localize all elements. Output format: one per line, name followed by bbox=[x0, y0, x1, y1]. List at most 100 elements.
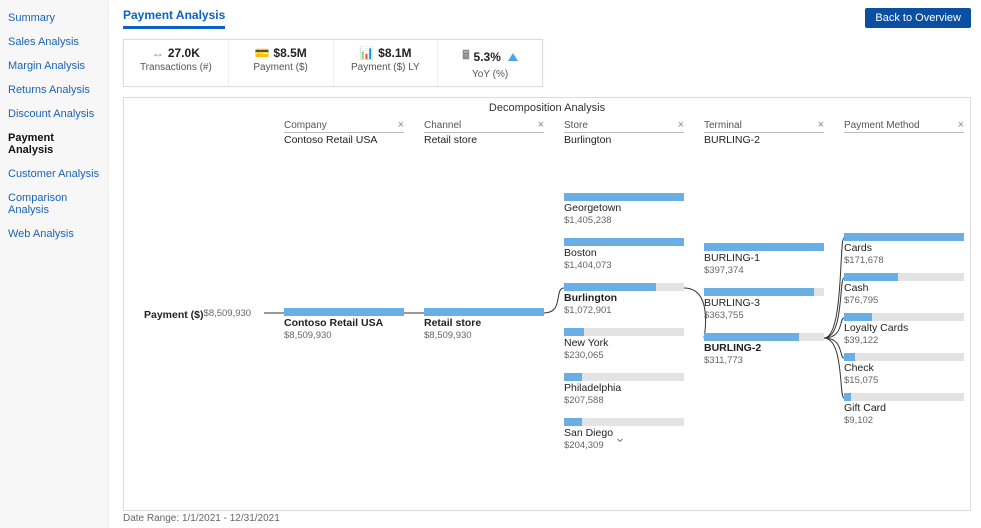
sidebar-item-margin-analysis[interactable]: Margin Analysis bbox=[0, 54, 108, 78]
node-label: Cards bbox=[844, 243, 964, 255]
node-label: Check bbox=[844, 363, 964, 375]
node-method[interactable]: Loyalty Cards$39,122 bbox=[844, 313, 964, 346]
node-value: $363,755 bbox=[704, 310, 824, 321]
payment-icon: 💳 bbox=[254, 46, 269, 60]
node-root[interactable]: Payment ($) $8,509,930 bbox=[144, 308, 264, 511]
close-icon[interactable]: × bbox=[958, 120, 964, 131]
node-value: $8,509,930 bbox=[204, 308, 252, 511]
kpi-value: 27.0K bbox=[168, 46, 200, 60]
node-method[interactable]: Gift Card$9,102 bbox=[844, 393, 964, 426]
node-label: Retail store bbox=[424, 318, 544, 330]
node-value: $8,509,930 bbox=[284, 330, 404, 341]
kpi-payment: 💳 $8.5M Payment ($) bbox=[229, 40, 334, 86]
node-label: Boston bbox=[564, 248, 684, 260]
crumb-header: Store bbox=[564, 120, 588, 131]
kpi-value: $8.1M bbox=[378, 46, 411, 60]
node-value: $311,773 bbox=[704, 355, 824, 366]
crumb-header: Terminal bbox=[704, 120, 742, 131]
node-label: BURLING-1 bbox=[704, 253, 824, 265]
node-channel[interactable]: Retail store $8,509,930 bbox=[424, 308, 544, 341]
trend-up-icon bbox=[508, 53, 518, 61]
crumb-header: Channel bbox=[424, 120, 461, 131]
node-value: $39,122 bbox=[844, 335, 964, 346]
crumb-value: Contoso Retail USA bbox=[284, 133, 404, 146]
crumb-value: BURLING-2 bbox=[704, 133, 824, 146]
kpi-transactions: ↔ 27.0K Transactions (#) bbox=[124, 40, 229, 86]
decomp-title: Decomposition Analysis bbox=[124, 98, 970, 116]
crumb-header: Payment Method bbox=[844, 120, 920, 131]
node-label: Cash bbox=[844, 283, 964, 295]
node-label: Contoso Retail USA bbox=[284, 318, 404, 330]
page-title: Payment Analysis bbox=[123, 8, 225, 29]
chevron-down-icon[interactable]: ⌄ bbox=[614, 429, 626, 446]
crumb-value: Burlington bbox=[564, 133, 684, 146]
node-value: $1,404,073 bbox=[564, 260, 684, 271]
close-icon[interactable]: × bbox=[398, 120, 404, 131]
close-icon[interactable]: × bbox=[818, 120, 824, 131]
node-value: $230,065 bbox=[564, 350, 684, 361]
sidebar-item-returns-analysis[interactable]: Returns Analysis bbox=[0, 78, 108, 102]
close-icon[interactable]: × bbox=[538, 120, 544, 131]
node-terminal[interactable]: BURLING-1$397,374 bbox=[704, 243, 824, 276]
kpi-yoy: 🖩 5.3% YoY (%) bbox=[438, 40, 542, 86]
kpi-label: Payment ($) LY bbox=[338, 62, 434, 73]
node-label: Burlington bbox=[564, 293, 684, 305]
transactions-icon: ↔ bbox=[152, 46, 164, 60]
node-value: $397,374 bbox=[704, 265, 824, 276]
crumb-terminal[interactable]: Terminal × BURLING-2 bbox=[704, 120, 824, 146]
payment-ly-icon: 📊 bbox=[359, 46, 374, 60]
node-store-selected[interactable]: Burlington$1,072,901 bbox=[564, 283, 684, 316]
node-terminal-selected[interactable]: BURLING-2$311,773 bbox=[704, 333, 824, 366]
node-value: $15,075 bbox=[844, 375, 964, 386]
crumb-value bbox=[844, 133, 964, 134]
node-label: BURLING-3 bbox=[704, 298, 824, 310]
node-label: Georgetown bbox=[564, 203, 684, 215]
node-store[interactable]: Philadelphia$207,588 bbox=[564, 373, 684, 406]
date-range-label: Date Range: bbox=[123, 513, 179, 524]
node-value: $1,072,901 bbox=[564, 305, 684, 316]
node-company[interactable]: Contoso Retail USA $8,509,930 bbox=[284, 308, 404, 341]
node-label: Payment ($) bbox=[144, 310, 204, 511]
sidebar-item-sales-analysis[interactable]: Sales Analysis bbox=[0, 30, 108, 54]
kpi-label: Transactions (#) bbox=[128, 62, 224, 73]
back-to-overview-button[interactable]: Back to Overview bbox=[865, 8, 971, 28]
node-value: $76,795 bbox=[844, 295, 964, 306]
sidebar: Summary Sales Analysis Margin Analysis R… bbox=[0, 0, 109, 528]
crumb-header: Company bbox=[284, 120, 327, 131]
close-icon[interactable]: × bbox=[678, 120, 684, 131]
node-method[interactable]: Cash$76,795 bbox=[844, 273, 964, 306]
kpi-value: 5.3% bbox=[474, 50, 501, 64]
date-range-value: 1/1/2021 - 12/31/2021 bbox=[182, 513, 280, 524]
node-store[interactable]: Boston$1,404,073 bbox=[564, 238, 684, 271]
crumb-payment-method[interactable]: Payment Method × bbox=[844, 120, 964, 146]
node-store[interactable]: New York$230,065 bbox=[564, 328, 684, 361]
node-method[interactable]: Check$15,075 bbox=[844, 353, 964, 386]
node-value: $207,588 bbox=[564, 395, 684, 406]
kpi-label: YoY (%) bbox=[442, 69, 538, 80]
node-label: Philadelphia bbox=[564, 383, 684, 395]
sidebar-item-discount-analysis[interactable]: Discount Analysis bbox=[0, 102, 108, 126]
decomposition-panel: Decomposition Analysis Company × Contoso … bbox=[123, 97, 971, 511]
node-terminal[interactable]: BURLING-3$363,755 bbox=[704, 288, 824, 321]
node-value: $171,678 bbox=[844, 255, 964, 266]
sidebar-item-comparison-analysis[interactable]: Comparison Analysis bbox=[0, 186, 108, 222]
crumb-store[interactable]: Store × Burlington bbox=[564, 120, 684, 146]
sidebar-item-web-analysis[interactable]: Web Analysis bbox=[0, 222, 108, 246]
node-value: $9,102 bbox=[844, 415, 964, 426]
crumb-company[interactable]: Company × Contoso Retail USA bbox=[284, 120, 404, 146]
kpi-value: $8.5M bbox=[273, 46, 306, 60]
sidebar-item-payment-analysis[interactable]: Payment Analysis bbox=[0, 126, 108, 162]
breadcrumb: Company × Contoso Retail USA Channel × Ret… bbox=[124, 116, 970, 148]
main-content: Payment Analysis Back to Overview ↔ 27.0K… bbox=[109, 0, 981, 528]
crumb-channel[interactable]: Channel × Retail store bbox=[424, 120, 544, 146]
node-method[interactable]: Cards$171,678 bbox=[844, 233, 964, 266]
node-value: $1,405,238 bbox=[564, 215, 684, 226]
crumb-value: Retail store bbox=[424, 133, 544, 146]
kpi-payment-ly: 📊 $8.1M Payment ($) LY bbox=[334, 40, 439, 86]
sidebar-item-summary[interactable]: Summary bbox=[0, 6, 108, 30]
sidebar-item-customer-analysis[interactable]: Customer Analysis bbox=[0, 162, 108, 186]
yoy-icon: 🖩 bbox=[462, 46, 469, 67]
decomp-tree: Payment ($) $8,509,930 Contoso Retail US… bbox=[124, 148, 970, 448]
kpi-label: Payment ($) bbox=[233, 62, 329, 73]
node-store[interactable]: Georgetown$1,405,238 bbox=[564, 193, 684, 226]
